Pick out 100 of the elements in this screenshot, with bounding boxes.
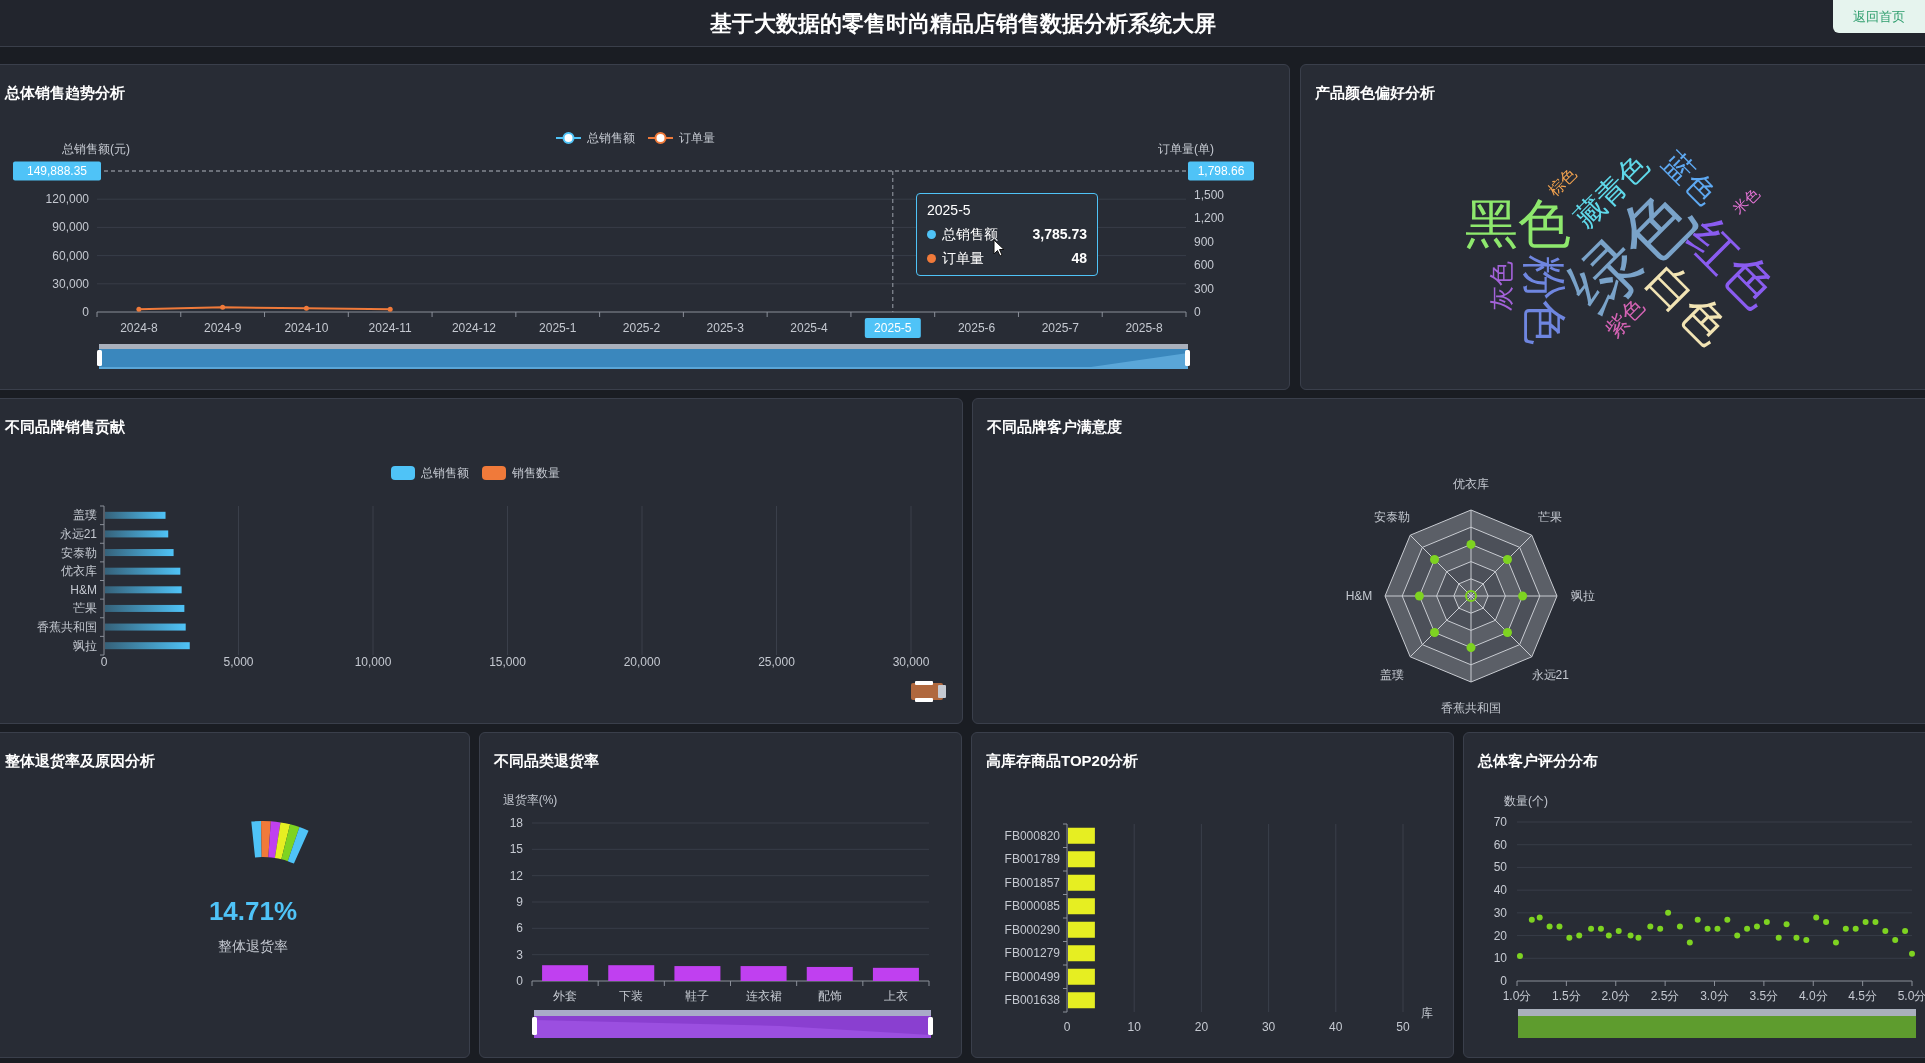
axis-tick-label: 4.0分 [1798,989,1828,1003]
return-rate-value: 14.71% [208,896,298,926]
chart-bar [1068,851,1095,868]
axis-tick-label: 600 [1194,258,1215,272]
chart-bar [1068,992,1095,1009]
axis-title: 退货率(%) [502,793,558,807]
scatter-point [1763,918,1770,925]
radar-axis-label: 芒果 [1538,509,1563,524]
axis-tick-label: 25,000 [758,655,795,669]
scatter-point [1704,925,1711,932]
radar-point [1430,628,1439,637]
axis-tick-label: 50 [1493,860,1507,875]
axis-tick-label: 30 [1493,905,1507,920]
radar-axis-label: 飒拉 [1571,589,1595,603]
axis-title: 订单量(单) [1158,142,1214,156]
legend-line-icon [647,132,674,144]
radar-axis-label: 香蕉共和国 [1441,701,1501,715]
axis-tick-label: 0 [100,655,108,669]
radar-center-marker [1465,590,1477,602]
category-label: 下装 [619,989,644,1003]
axis-tick-label: 0 [82,305,89,319]
axis-tick-label: 0 [516,974,523,988]
category-label: 飒拉 [73,638,97,653]
panel-title: 不同品牌销售贡献 [5,417,125,437]
category-label: 芒果 [73,601,97,616]
home-button[interactable]: 返回首页 [1833,0,1925,33]
axis-tick-label: 300 [1194,281,1215,296]
panel-title: 不同品类退货率 [494,751,599,771]
axis-tick-label: 50 [1396,1020,1410,1034]
axis-tick-label: 1,500 [1194,187,1225,202]
legend-label: 总销售额 [587,131,635,145]
radar-axis-label: H&M [1345,589,1373,603]
category-label: FB000499 [1004,969,1060,984]
axis-tick-label: 40 [1329,1020,1343,1034]
panel-title: 总体销售趋势分析 [5,83,125,103]
scatter-point [1803,937,1810,944]
chart-bar [1068,945,1095,962]
scatter-point [1576,932,1583,939]
category-label: H&M [70,582,97,597]
category-label: FB001789 [1004,852,1060,867]
word-cloud-word: 棕色 [1544,164,1580,200]
data-zoom-handle-icon [911,681,946,702]
panel-title: 不同品牌客户满意度 [987,417,1122,437]
category-label: 优衣库 [61,564,97,579]
axis-tick-label: 1.0分 [1502,989,1532,1003]
axis-tick-label: 1,200 [1194,211,1225,225]
panel-title: 产品颜色偏好分析 [1315,83,1435,103]
axis-tick-label: 30,000 [52,276,89,291]
axis-tick-label: 4.5分 [1848,989,1877,1003]
scatter-point [1852,925,1859,932]
category-label: 上衣 [883,989,908,1003]
tooltip-value: 3,785.73 [1032,225,1087,244]
axis-tick-label: 2025-6 [957,321,996,335]
scatter-point [1775,934,1782,941]
chart-bar [1068,874,1095,891]
scatter-point [1909,950,1915,957]
category-label: FB000290 [1004,922,1060,937]
chart-bar [608,965,655,981]
scatter-point [1753,923,1760,930]
axis-tick-label: 5,000 [223,655,254,669]
axis-tick-label: 2025-3 [706,321,744,335]
category-label: FB001638 [1004,993,1060,1008]
axis-tick-label: 18 [509,816,523,830]
chart-bar [105,530,169,538]
panel-title: 总体客户评分分布 [1478,751,1598,771]
axis-tick-label: 60,000 [52,248,89,263]
chart-bar [674,966,721,981]
legend-label: 总销售额 [421,466,469,480]
scatter-point [1842,925,1849,932]
return-rate-label: 整体退货率 [218,938,288,954]
radar-point [1518,591,1528,601]
scatter-point [1783,921,1790,928]
scatter-point [1902,928,1909,935]
category-label: FB001857 [1004,875,1060,890]
category-label: 连衣裙 [745,989,782,1003]
scatter-point [1714,925,1721,932]
axis-tick-label: 120,000 [45,192,89,207]
axis-tick-label: 2025-4 [790,321,828,335]
axis-tick-label: 2.5分 [1650,989,1680,1003]
radar-point [1503,628,1512,637]
axis-tick-label: 900 [1194,234,1215,249]
axis-tick-label: 6 [516,921,523,936]
scatter-point [1734,932,1741,939]
axis-tick-label: 10,000 [354,655,392,669]
scatter-point [1665,909,1672,916]
fan-chart-drawing [251,821,309,864]
x-tick-label: 2025-5 [874,321,912,335]
axis-tick-label: 3 [516,947,523,962]
scatter-point [1832,939,1839,946]
scatter-point [1724,916,1731,923]
axis-tick-label: 10 [1127,1020,1141,1034]
chart-bar [105,511,166,519]
category-label: 鞋子 [685,989,710,1003]
axis-pointer-label: 1,798.66 [1188,161,1254,181]
axis-tick-label: 0 [1194,305,1201,319]
category-label: 永远21 [59,526,97,541]
category-label: FB000820 [1004,828,1060,843]
axis-tick-label: 60 [1493,837,1507,852]
tooltip-label: 总销售额 [942,225,998,244]
panel-title: 高库存商品TOP20分析 [986,751,1139,771]
